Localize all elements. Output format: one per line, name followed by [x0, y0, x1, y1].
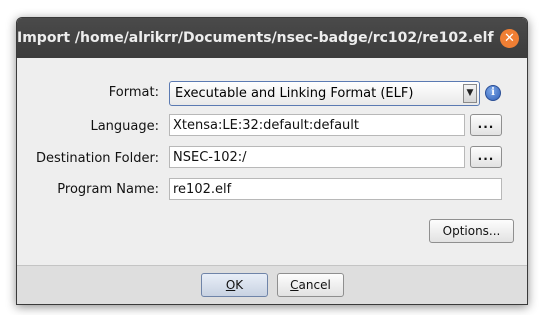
- format-selected-value: Executable and Linking Format (ELF): [175, 86, 414, 101]
- cancel-label: ancel: [298, 278, 331, 292]
- ok-button[interactable]: OK: [201, 273, 268, 297]
- close-icon[interactable]: ✕: [500, 29, 519, 48]
- destination-folder-label: Destination Folder:: [35, 151, 159, 166]
- button-bar: OK Cancel: [17, 266, 527, 304]
- language-field[interactable]: Xtensa:LE:32:default:default: [169, 114, 465, 136]
- dialog-title: Import /home/alrikrr/Documents/nsec-badg…: [17, 30, 494, 46]
- chevron-down-icon[interactable]: ▼: [463, 84, 477, 103]
- title-bar[interactable]: Import /home/alrikrr/Documents/nsec-badg…: [17, 18, 527, 58]
- program-name-field[interactable]: re102.elf: [169, 178, 502, 200]
- cancel-button[interactable]: Cancel: [277, 273, 344, 297]
- ok-mnemonic: O: [225, 278, 236, 292]
- program-name-label: Program Name:: [57, 182, 159, 197]
- info-icon[interactable]: i: [485, 85, 501, 101]
- options-button[interactable]: Options...: [429, 219, 514, 243]
- ok-label: K: [235, 278, 244, 292]
- language-label: Language:: [90, 119, 159, 134]
- form-panel: Format: Executable and Linking Format (E…: [17, 58, 527, 265]
- language-browse-button[interactable]: ...: [470, 114, 502, 136]
- destination-folder-browse-button[interactable]: ...: [470, 146, 502, 168]
- format-label: Format:: [108, 85, 159, 100]
- destination-folder-field[interactable]: NSEC-102:/: [169, 146, 465, 168]
- cancel-mnemonic: C: [290, 278, 299, 292]
- import-dialog: Import /home/alrikrr/Documents/nsec-badg…: [16, 17, 528, 305]
- format-select[interactable]: Executable and Linking Format (ELF) ▼: [169, 81, 480, 106]
